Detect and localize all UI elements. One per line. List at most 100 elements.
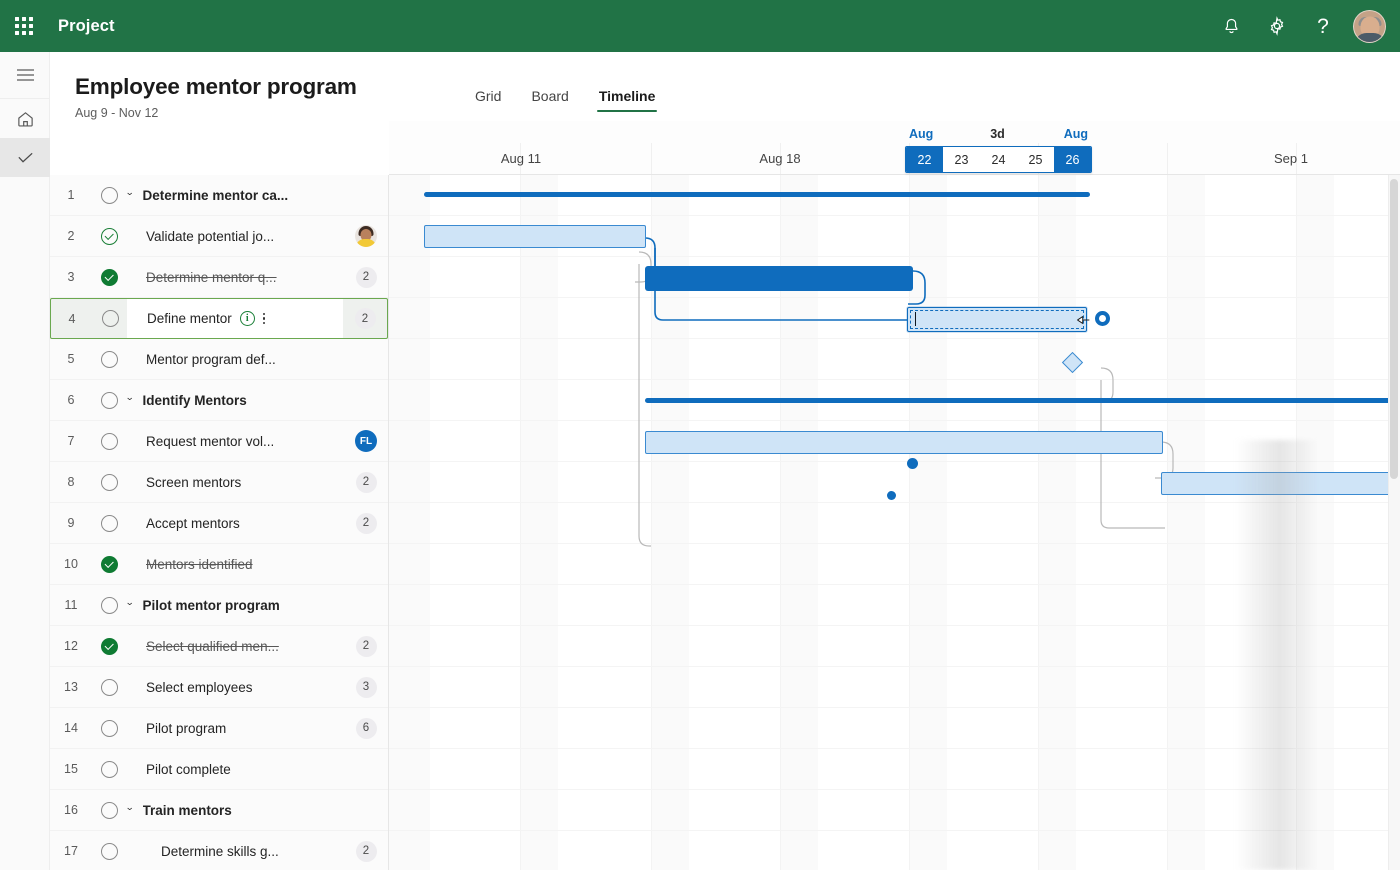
task-complete-checkbox[interactable] xyxy=(92,227,126,245)
date-cell-end[interactable]: 26 xyxy=(1054,147,1091,172)
chevron-down-icon[interactable]: ⌄ xyxy=(125,597,134,608)
task-complete-checkbox[interactable] xyxy=(92,514,126,532)
link-start-dot[interactable] xyxy=(887,491,896,500)
task-complete-checkbox[interactable] xyxy=(92,719,126,737)
task-row-selected[interactable]: 4 Define mentor i 2 xyxy=(50,298,388,339)
task-complete-checkbox[interactable] xyxy=(92,391,126,409)
table-row[interactable]: 2 Validate potential jo... xyxy=(50,216,388,257)
info-icon[interactable]: i xyxy=(239,311,255,326)
task-name-cell[interactable]: Mentors identified xyxy=(126,544,344,584)
table-row[interactable]: 10 Mentors identified xyxy=(50,544,388,585)
table-row[interactable]: 9 Accept mentors 2 xyxy=(50,503,388,544)
chevron-down-icon[interactable]: ⌄ xyxy=(125,392,134,403)
task-name-cell[interactable]: ⌄ Pilot mentor program xyxy=(125,585,344,625)
task-name-cell[interactable]: Define mentor i xyxy=(127,299,343,338)
home-icon[interactable] xyxy=(0,99,50,138)
task-complete-checkbox[interactable] xyxy=(92,555,126,573)
table-row[interactable]: 14 Pilot program 6 xyxy=(50,708,388,749)
app-title: Project xyxy=(58,16,115,35)
task-name-cell[interactable]: ⌄ Train mentors xyxy=(125,790,344,830)
table-row[interactable]: 3 Determine mentor q... 2 xyxy=(50,257,388,298)
date-cell[interactable]: 24 xyxy=(980,147,1017,172)
tab-board[interactable]: Board xyxy=(516,82,583,116)
table-row[interactable]: 6 ⌄ Identify Mentors xyxy=(50,380,388,421)
chevron-down-icon[interactable]: ⌄ xyxy=(125,187,134,198)
table-row[interactable]: 5 Mentor program def... xyxy=(50,339,388,380)
task-name-cell[interactable]: ⌄ Determine mentor ca... xyxy=(125,175,344,215)
date-cell-start[interactable]: 22 xyxy=(906,147,943,172)
assignee-count-badge[interactable]: 2 xyxy=(355,635,377,657)
task-name-cell[interactable]: Accept mentors xyxy=(126,503,344,543)
gear-icon[interactable] xyxy=(1255,4,1299,48)
gantt-bar-task[interactable] xyxy=(1161,472,1400,495)
task-name-cell[interactable]: Validate potential jo... xyxy=(126,216,344,256)
bell-icon[interactable] xyxy=(1209,4,1253,48)
app-launcher-icon[interactable] xyxy=(0,0,48,52)
assignee-photo-avatar[interactable] xyxy=(355,225,377,247)
task-complete-checkbox[interactable] xyxy=(92,350,126,368)
link-end-dot[interactable] xyxy=(907,458,918,469)
task-name-cell[interactable]: Screen mentors xyxy=(126,462,344,502)
task-name-cell[interactable]: Select qualified men... xyxy=(126,626,344,666)
gantt-bar-summary[interactable] xyxy=(424,192,1090,197)
assignee-initials-avatar[interactable]: FL xyxy=(355,430,377,452)
task-name-cell[interactable]: Pilot complete xyxy=(126,749,344,789)
task-complete-checkbox[interactable] xyxy=(92,268,126,286)
assignee-count-badge[interactable]: 2 xyxy=(355,471,377,493)
tab-grid[interactable]: Grid xyxy=(460,82,516,116)
date-range-selector[interactable]: 22 23 24 25 26 xyxy=(905,146,1092,173)
task-name-cell[interactable]: Determine mentor q... xyxy=(126,257,344,297)
table-row[interactable]: 16 ⌄ Train mentors xyxy=(50,790,388,831)
bar-end-handle[interactable] xyxy=(1095,311,1110,326)
table-row[interactable]: 13 Select employees 3 xyxy=(50,667,388,708)
table-row[interactable]: 8 Screen mentors 2 xyxy=(50,462,388,503)
assignee-count-badge[interactable]: 3 xyxy=(355,676,377,698)
task-complete-checkbox[interactable] xyxy=(92,596,126,614)
assignee-count-badge[interactable]: 2 xyxy=(355,266,377,288)
task-name-cell[interactable]: Determine skills g... xyxy=(126,831,344,870)
scrollbar-thumb[interactable] xyxy=(1390,179,1398,479)
table-row[interactable]: 15 Pilot complete xyxy=(50,749,388,790)
gantt-bar-selected[interactable] xyxy=(907,307,1087,332)
task-name-cell[interactable]: Select employees xyxy=(126,667,344,707)
table-row[interactable]: 1 ⌄ Determine mentor ca... xyxy=(50,175,388,216)
avatar[interactable] xyxy=(1353,9,1386,43)
table-row[interactable]: 17 Determine skills g... 2 xyxy=(50,831,388,870)
check-outline-icon xyxy=(100,227,118,245)
task-complete-checkbox[interactable] xyxy=(92,801,126,819)
gantt-bar-summary[interactable] xyxy=(645,398,1400,403)
tasks-check-icon[interactable] xyxy=(0,138,50,177)
gantt-bar-active[interactable] xyxy=(645,266,913,291)
task-complete-checkbox[interactable] xyxy=(92,842,126,860)
task-complete-checkbox[interactable] xyxy=(92,678,126,696)
chevron-down-icon[interactable]: ⌄ xyxy=(125,802,134,813)
hamburger-icon[interactable] xyxy=(0,52,50,98)
more-options-icon[interactable] xyxy=(262,311,266,327)
tab-timeline[interactable]: Timeline xyxy=(584,82,671,116)
assignee-count-badge[interactable]: 2 xyxy=(355,840,377,862)
vertical-scrollbar[interactable] xyxy=(1388,175,1400,870)
task-complete-checkbox[interactable] xyxy=(92,473,126,491)
gantt-bar-task[interactable] xyxy=(424,225,646,248)
task-name-cell[interactable]: ⌄ Identify Mentors xyxy=(125,380,344,420)
task-complete-checkbox[interactable] xyxy=(93,310,127,327)
checked-circle-icon xyxy=(100,268,118,286)
task-complete-checkbox[interactable] xyxy=(92,186,126,204)
task-name-cell[interactable]: Request mentor vol... xyxy=(126,421,344,461)
table-row[interactable]: 7 Request mentor vol... FL xyxy=(50,421,388,462)
task-complete-checkbox[interactable] xyxy=(92,637,126,655)
date-cell[interactable]: 25 xyxy=(1017,147,1054,172)
date-cell[interactable]: 23 xyxy=(943,147,980,172)
task-complete-checkbox[interactable] xyxy=(92,432,126,450)
help-icon[interactable]: ? xyxy=(1301,4,1345,48)
assignee-count-badge[interactable]: 6 xyxy=(355,717,377,739)
gantt-bar-task[interactable] xyxy=(645,431,1163,454)
assignee-count-badge[interactable]: 2 xyxy=(355,512,377,534)
task-name-cell[interactable]: Mentor program def... xyxy=(126,339,344,379)
table-row[interactable]: 11 ⌄ Pilot mentor program xyxy=(50,585,388,626)
table-row[interactable]: 12 Select qualified men... 2 xyxy=(50,626,388,667)
task-name-label: Identify Mentors xyxy=(142,392,247,408)
assignee-count-badge[interactable]: 2 xyxy=(354,308,376,329)
task-complete-checkbox[interactable] xyxy=(92,760,126,778)
task-name-cell[interactable]: Pilot program xyxy=(126,708,344,748)
